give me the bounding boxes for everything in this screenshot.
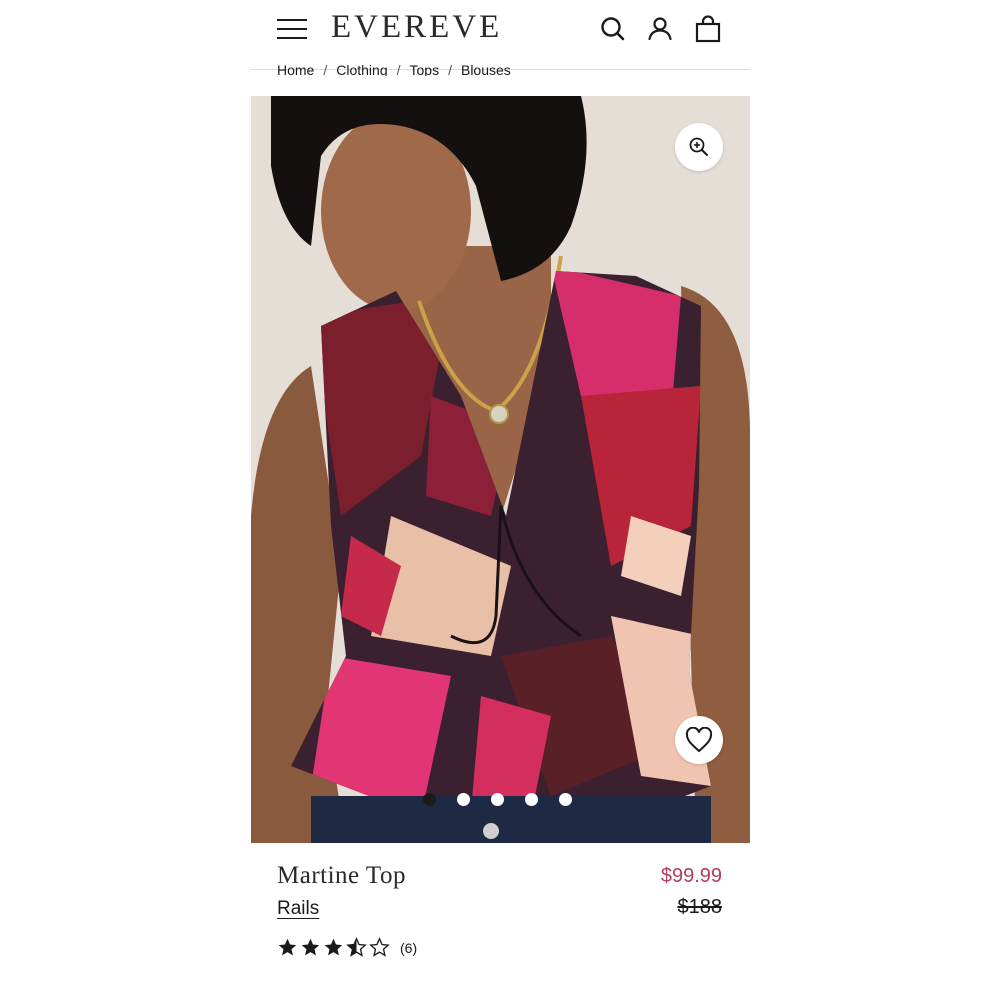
breadcrumb-clothing[interactable]: Clothing [336,62,387,76]
star-filled-icon [278,938,297,956]
sale-price: $99.99 [660,865,722,887]
star-filled-icon [324,938,343,956]
product-name: Martine Top [277,862,406,889]
carousel-dot-4[interactable] [525,793,538,806]
product-page: EVEREVE Home / Clothing / Tops / Blouses [251,0,750,1000]
breadcrumb-home[interactable]: Home [277,62,314,76]
breadcrumb-blouses[interactable]: Blouses [461,62,511,76]
product-image-gallery[interactable] [251,96,750,843]
zoom-button[interactable] [675,123,723,171]
zoom-in-icon [689,137,708,156]
breadcrumb-separator: / [396,62,401,76]
product-photo [251,96,750,843]
heart-icon [685,727,713,753]
search-icon[interactable] [598,14,628,44]
product-brand-link[interactable]: Rails [277,898,319,920]
carousel-dots [423,793,572,807]
breadcrumb-separator: / [323,62,328,76]
carousel-dot-1[interactable] [423,793,436,806]
wishlist-button[interactable] [675,716,723,764]
bag-icon[interactable] [693,14,723,44]
account-icon[interactable] [645,14,675,44]
rating-stars[interactable]: (6) [277,937,417,958]
breadcrumb-separator: / [448,62,452,76]
star-empty-icon [369,937,390,957]
logo[interactable]: EVEREVE [331,9,502,46]
original-price: $188 [677,896,723,918]
review-count[interactable]: (6) [400,940,417,956]
star-half-icon [346,937,367,957]
breadcrumb: Home / Clothing / Tops / Blouses [277,62,511,76]
star-filled-icon [301,938,320,956]
carousel-dot-5[interactable] [559,793,572,806]
carousel-dot-3[interactable] [491,793,504,806]
breadcrumb-tops[interactable]: Tops [410,62,440,76]
carousel-dot-2[interactable] [457,793,470,806]
site-header: EVEREVE [251,0,750,60]
menu-icon[interactable] [277,16,307,42]
